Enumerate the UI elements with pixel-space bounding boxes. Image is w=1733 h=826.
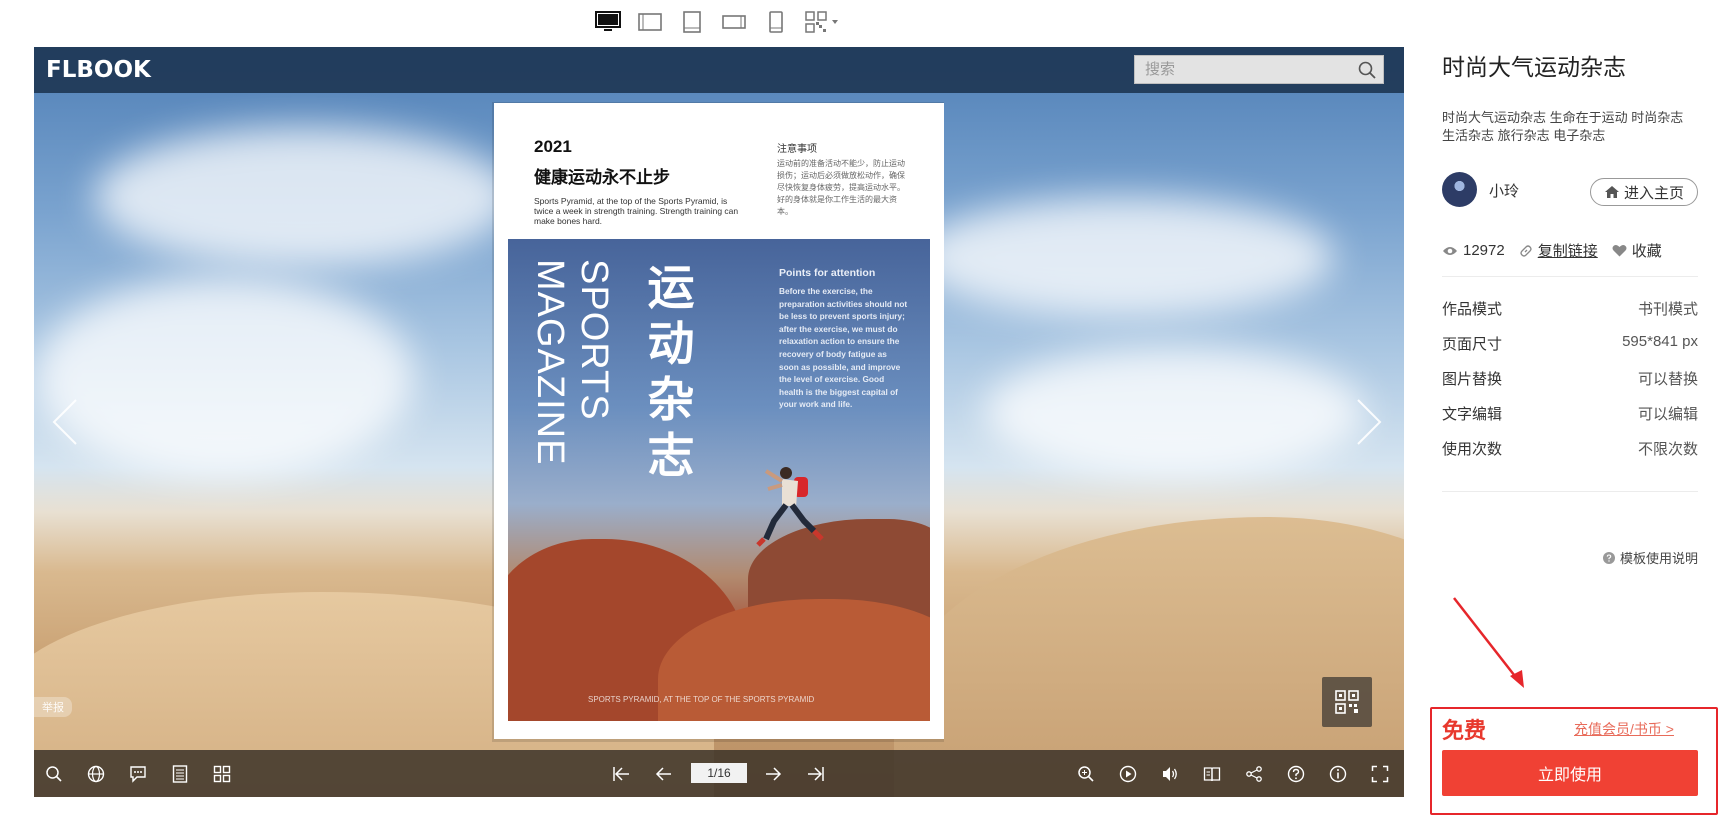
viewer-toolbar: 1/16 [34,750,1404,797]
runner-figure [756,467,824,547]
cover-image: MAGAZINE SPORTS 运 动 杂 志 Points for atten… [508,239,930,721]
bookmark-icon[interactable] [1200,762,1224,786]
spec-row: 页面尺寸 595*841 px [1442,333,1698,354]
viewer-topbar: FLBOOK [34,47,1404,93]
cover-title-en-magazine: MAGAZINE [529,259,571,466]
spec-row: 作品模式 书刊模式 [1442,298,1698,319]
cover-footer: SPORTS PYRAMID, AT THE TOP OF THE SPORTS… [588,695,815,704]
next-page-icon[interactable] [762,762,786,786]
cover-char: 杂 [647,373,695,428]
divider [1442,491,1698,492]
avatar[interactable] [1442,172,1477,207]
cover-char: 志 [647,429,695,484]
spec-label: 使用次数 [1442,441,1503,458]
copy-link-button[interactable]: 复制链接 [1538,240,1598,261]
cover-title-cn: 运 动 杂 志 [640,261,702,485]
cover-title-en-sports: SPORTS [573,259,615,421]
sound-icon[interactable] [1158,762,1182,786]
spec-label: 作品模式 [1442,301,1503,318]
eye-icon [1443,246,1457,255]
template-help-link[interactable]: 模板使用说明 [1590,548,1698,567]
cloud-decoration [914,197,1334,317]
stats-row: 12972 复制链接 收藏 [1442,240,1676,261]
next-page-arrow-icon[interactable] [1354,397,1384,452]
report-button[interactable]: 举报 [34,697,72,717]
favorite-label: 收藏 [1631,243,1662,260]
question-icon [1602,551,1615,564]
toc-icon[interactable] [168,762,192,786]
fullscreen-icon[interactable] [1368,762,1392,786]
search-icon[interactable] [42,762,66,786]
spec-label: 文字编辑 [1442,406,1503,423]
spec-value: 不限次数 [1637,441,1698,458]
tablet-portrait-icon[interactable] [679,10,705,34]
qrcode-dropdown-icon[interactable] [805,10,841,34]
search-input[interactable] [1135,56,1345,83]
cloud-decoration [34,277,414,477]
language-icon[interactable] [84,762,108,786]
comment-icon[interactable] [126,762,150,786]
phone-landscape-icon[interactable] [721,10,747,34]
spec-value: 可以替换 [1637,371,1698,388]
qrcode-icon[interactable] [1322,677,1372,727]
price-label: 免费 [1442,718,1487,743]
prev-page-arrow-icon[interactable] [50,397,80,452]
page-indicator[interactable]: 1/16 [691,763,747,783]
phone-portrait-icon[interactable] [763,10,789,34]
template-tags: 时尚大气运动杂志 生命在于运动 时尚杂志 生活杂志 旅行杂志 电子杂志 [1442,110,1684,143]
favorite-group[interactable]: 收藏 [1612,240,1662,261]
autoplay-icon[interactable] [1116,762,1140,786]
search-icon[interactable] [1357,60,1377,85]
template-help-label: 模板使用说明 [1619,551,1698,566]
info-icon[interactable] [1326,762,1350,786]
home-icon [1604,186,1619,198]
note-body: 运动前的准备活动不能少，防止运动损伤；运动后必须做放松动作，确保尽快恢复身体疲劳… [777,159,905,216]
copy-link-group: 复制链接 [1519,240,1598,261]
spec-value: 可以编辑 [1637,406,1698,423]
views-value: 12972 [1463,242,1505,259]
views-count: 12972 [1442,242,1505,259]
zoom-in-icon[interactable] [1074,762,1098,786]
device-switcher [595,10,841,34]
help-icon[interactable] [1284,762,1308,786]
cover-char: 运 [647,261,695,316]
tablet-landscape-icon[interactable] [637,10,663,34]
share-icon[interactable] [1242,762,1266,786]
cover-char: 动 [647,317,695,372]
page-intro: Sports Pyramid, at the top of the Sports… [534,196,739,226]
spec-value: 书刊模式 [1637,301,1698,318]
points-heading: Points for attention [779,267,876,279]
spec-row: 文字编辑 可以编辑 [1442,403,1698,424]
cloud-decoration [984,347,1364,477]
author-name[interactable]: 小玲 [1489,180,1519,201]
points-body: Before the exercise, the preparation act… [779,286,908,410]
spec-row: 使用次数 不限次数 [1442,438,1698,459]
page-headline: 健康运动永不止步 [534,168,670,187]
annotation-arrow-icon [1453,597,1524,688]
spec-row: 图片替换 可以替换 [1442,368,1698,389]
prev-page-icon[interactable] [651,762,675,786]
page-year: 2021 [534,137,572,156]
note-heading: 注意事项 [777,144,817,155]
last-page-icon[interactable] [804,762,828,786]
heart-icon [1612,245,1627,257]
first-page-icon[interactable] [609,762,633,786]
thumbnails-icon[interactable] [210,762,234,786]
spec-value: 595*841 px [1622,333,1698,350]
cloud-decoration [94,127,514,267]
book-page[interactable]: 2021 健康运动永不止步 Sports Pyramid, at the top… [494,103,944,739]
flbook-logo: FLBOOK [46,57,151,83]
recharge-link[interactable]: 充值会员/书币 > [1574,719,1674,739]
template-title: 时尚大气运动杂志 [1442,54,1626,80]
spec-label: 图片替换 [1442,371,1503,388]
enter-homepage-button[interactable]: 进入主页 [1590,178,1698,206]
flipbook-viewer: FLBOOK 2021 健康运动永不止步 Sports Pyramid, at … [34,47,1404,797]
desktop-icon[interactable] [595,10,621,34]
link-icon [1520,244,1532,257]
use-now-button[interactable]: 立即使用 [1442,750,1698,796]
divider [1442,276,1698,277]
enter-homepage-label: 进入主页 [1623,184,1684,202]
spec-label: 页面尺寸 [1442,336,1503,353]
search-box [1134,55,1384,84]
